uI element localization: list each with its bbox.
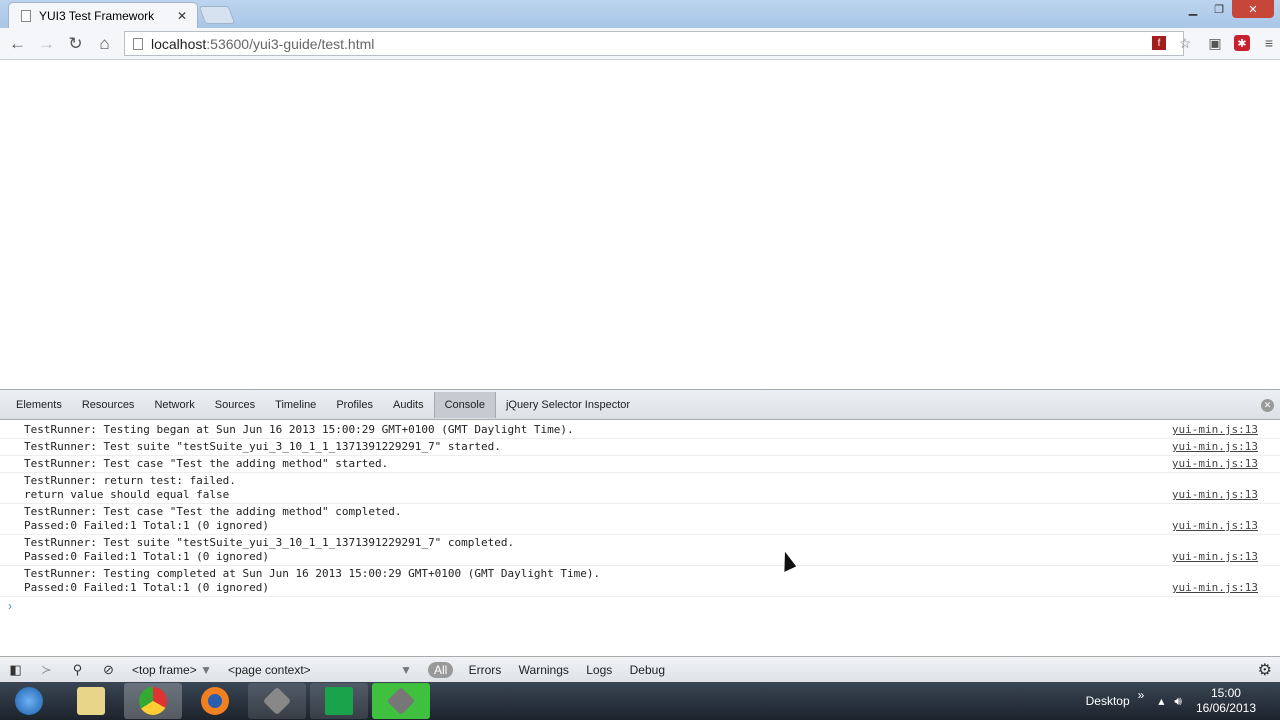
- menu-icon[interactable]: ≡: [1258, 32, 1280, 54]
- source-link[interactable]: yui-min.js:13: [1172, 440, 1258, 454]
- app-taskbar-icon[interactable]: [248, 683, 306, 719]
- start-button[interactable]: [0, 683, 58, 719]
- message-line: Passed:0 Failed:1 Total:1 (0 ignored): [24, 519, 270, 532]
- close-window-button[interactable]: ✕: [1232, 0, 1274, 18]
- expand-toolbar-icon[interactable]: »: [1138, 688, 1145, 702]
- tab-elements[interactable]: Elements: [6, 396, 72, 414]
- message-line: TestRunner: return test: failed.: [24, 474, 236, 487]
- source-link[interactable]: yui-min.js:13: [1172, 488, 1258, 502]
- tab-profiles[interactable]: Profiles: [326, 396, 383, 414]
- console-message: TestRunner: Test suite "testSuite_yui_3_…: [0, 535, 1280, 566]
- console-filters: All Errors Warnings Logs Debug: [420, 661, 679, 678]
- page-icon: [21, 9, 31, 22]
- address-bar[interactable]: localhost:53600/yui3-guide/test.html: [124, 31, 1184, 56]
- tab-jquery-selector-inspector[interactable]: jQuery Selector Inspector: [496, 396, 640, 414]
- settings-gear-icon[interactable]: ⚙: [1258, 660, 1272, 680]
- minimize-button[interactable]: ▁: [1180, 0, 1206, 18]
- console-prompt[interactable]: ›: [0, 599, 1280, 613]
- filter-logs[interactable]: Logs: [586, 663, 612, 677]
- back-button[interactable]: ←: [3, 34, 32, 54]
- frame-select-value: <top frame>: [132, 662, 197, 677]
- url-path: :53600/yui3-guide/test.html: [206, 35, 375, 52]
- frame-select[interactable]: <top frame> ▼: [124, 663, 220, 677]
- maximize-button[interactable]: ❐: [1206, 0, 1232, 18]
- devtools-tabs: Elements Resources Network Sources Timel…: [0, 390, 1280, 420]
- clock-date: 16/06/2013: [1195, 701, 1256, 715]
- message-line: TestRunner: Test suite "testSuite_yui_3_…: [24, 536, 515, 549]
- tab-console[interactable]: Console: [433, 391, 496, 418]
- title-bar: YUI3 Test Framework ✕ ▁ ❐ ✕: [0, 0, 1280, 28]
- message-line: TestRunner: Test case "Test the adding m…: [24, 505, 402, 518]
- app-recording-taskbar-icon[interactable]: [372, 683, 430, 719]
- message-line: TestRunner: Test suite "testSuite_yui_3_…: [24, 440, 501, 453]
- tab-title: YUI3 Test Framework: [39, 8, 155, 23]
- close-tab-icon[interactable]: ✕: [177, 9, 187, 23]
- console-message: TestRunner: Test case "Test the adding m…: [0, 504, 1280, 535]
- source-link[interactable]: yui-min.js:13: [1172, 423, 1258, 437]
- tab-timeline[interactable]: Timeline: [265, 396, 326, 414]
- show-hidden-icons[interactable]: ▴: [1158, 694, 1164, 708]
- source-link[interactable]: yui-min.js:13: [1172, 519, 1258, 533]
- extension-icon[interactable]: ▣: [1204, 32, 1226, 54]
- filter-errors[interactable]: Errors: [469, 663, 502, 677]
- extension-red-icon[interactable]: ✱: [1234, 35, 1250, 51]
- clear-console-icon[interactable]: ⊘: [93, 662, 124, 678]
- console-status-bar: ◧ ≻ ⚲ ⊘ <top frame> ▼ <page context> ▼ Al…: [0, 656, 1280, 682]
- browser-tab[interactable]: YUI3 Test Framework ✕: [8, 2, 198, 28]
- console-message: TestRunner: return test: failed. return v…: [0, 473, 1280, 504]
- message-line: Passed:0 Failed:1 Total:1 (0 ignored): [24, 581, 270, 594]
- home-button[interactable]: ⌂: [90, 34, 119, 54]
- close-devtools-icon[interactable]: ✕: [1261, 399, 1274, 412]
- url-host: localhost: [151, 35, 207, 52]
- filter-warnings[interactable]: Warnings: [519, 663, 569, 677]
- filter-debug[interactable]: Debug: [630, 663, 665, 677]
- chrome-taskbar-icon[interactable]: [124, 683, 182, 719]
- forward-button[interactable]: →: [32, 34, 61, 54]
- page-icon: [133, 37, 143, 50]
- source-link[interactable]: yui-min.js:13: [1172, 550, 1258, 564]
- taskbar: Desktop » ▴ 🔊︎ 15:00 16/06/2013: [0, 682, 1280, 720]
- console-message: TestRunner: Testing completed at Sun Jun…: [0, 566, 1280, 597]
- bookmark-star-icon[interactable]: ☆: [1174, 32, 1196, 54]
- visual-studio-taskbar-icon[interactable]: [310, 683, 368, 719]
- message-line: TestRunner: Test case "Test the adding m…: [24, 457, 389, 470]
- tab-network[interactable]: Network: [144, 396, 204, 414]
- tab-sources[interactable]: Sources: [205, 396, 265, 414]
- source-link[interactable]: yui-min.js:13: [1172, 581, 1258, 595]
- flash-extension-icon[interactable]: f: [1152, 36, 1166, 50]
- dock-icon[interactable]: ◧: [0, 662, 31, 678]
- message-line: Passed:0 Failed:1 Total:1 (0 ignored): [24, 550, 270, 563]
- devtools-panel: Elements Resources Network Sources Timel…: [0, 389, 1280, 682]
- message-line: TestRunner: Testing began at Sun Jun 16 …: [24, 423, 574, 436]
- console-message: TestRunner: Testing began at Sun Jun 16 …: [0, 422, 1280, 439]
- new-tab-button[interactable]: [198, 6, 236, 24]
- message-line: TestRunner: Testing completed at Sun Jun…: [24, 567, 601, 580]
- search-icon[interactable]: ⚲: [62, 662, 93, 678]
- volume-icon[interactable]: 🔊︎: [1174, 694, 1182, 709]
- console-message: TestRunner: Test case "Test the adding m…: [0, 456, 1280, 473]
- console-message: TestRunner: Test suite "testSuite_yui_3_…: [0, 439, 1280, 456]
- context-select[interactable]: <page context> ▼: [220, 663, 420, 677]
- context-select-value: <page context>: [227, 662, 311, 677]
- filter-all[interactable]: All: [427, 661, 454, 678]
- source-link[interactable]: yui-min.js:13: [1172, 457, 1258, 471]
- show-console-icon[interactable]: ≻: [31, 662, 62, 678]
- reload-button[interactable]: ↻: [61, 34, 90, 54]
- tab-resources[interactable]: Resources: [72, 396, 145, 414]
- system-tray: Desktop » ▴ 🔊︎ 15:00 16/06/2013: [1086, 682, 1280, 720]
- console-log: TestRunner: Testing began at Sun Jun 16 …: [0, 420, 1280, 597]
- clock-time: 15:00: [1210, 686, 1241, 700]
- explorer-taskbar-icon[interactable]: [62, 683, 120, 719]
- tab-audits[interactable]: Audits: [383, 396, 434, 414]
- browser-toolbar: ← → ↻ ⌂ localhost:53600/yui3-guide/test.…: [0, 28, 1280, 60]
- clock[interactable]: 15:00 16/06/2013: [1182, 686, 1280, 716]
- firefox-taskbar-icon[interactable]: [186, 683, 244, 719]
- desktop-toolbar[interactable]: Desktop: [1086, 694, 1130, 708]
- message-line: return value should equal false: [24, 488, 230, 501]
